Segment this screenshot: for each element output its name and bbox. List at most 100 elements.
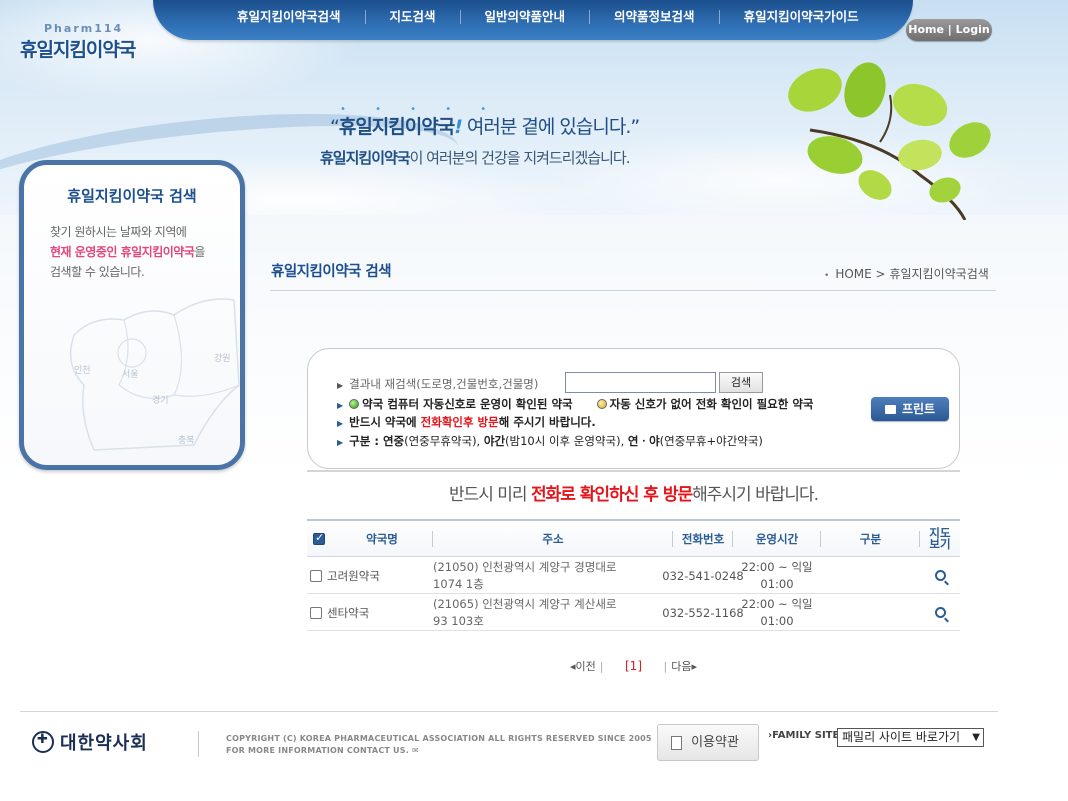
terms-button[interactable]: 이용약관 bbox=[657, 724, 759, 761]
notice-row: ▶ 반드시 약국에 전화확인후 방문해 주시기 바랍니다. bbox=[337, 414, 596, 430]
col-hours: 운영시간 bbox=[733, 521, 821, 557]
footer-separator bbox=[198, 731, 199, 757]
home-login-button[interactable]: Home | Login bbox=[906, 19, 992, 41]
search-input[interactable] bbox=[565, 372, 716, 393]
col-phone: 전화번호 bbox=[673, 521, 733, 557]
notice-text-red: 전화확인후 방문 bbox=[420, 415, 499, 429]
slogan-sub-brand: 휴일지킴이약국 bbox=[320, 149, 411, 167]
slogan-exclamation: ! bbox=[454, 116, 463, 138]
col-map: 지도 보기 bbox=[929, 526, 951, 551]
pharmacy-name[interactable]: 고려원약국 bbox=[327, 557, 433, 594]
breadcrumb-bullet-icon: • bbox=[824, 271, 830, 281]
pharmacy-name[interactable]: 센타약국 bbox=[327, 594, 433, 631]
row-checkbox[interactable] bbox=[310, 606, 322, 619]
visit-notice-b: 해주시기 바랍니다. bbox=[692, 485, 819, 505]
search-row: ▶ 결과내 재검색(도로명,건물번호,건물명) bbox=[337, 376, 538, 392]
address-line-1: (21050) 인천광역시 계양구 경명대로 bbox=[433, 559, 617, 574]
type-yeonjung-desc: (연중무휴약국), bbox=[404, 434, 484, 448]
green-status-icon bbox=[349, 399, 360, 409]
triangle-bullet-icon: ▶ bbox=[337, 438, 344, 447]
pharmacy-type bbox=[821, 594, 920, 631]
map-label-chungbuk: 충북 bbox=[178, 436, 195, 446]
pharmacy-hours: 22:00 ~ 익일 01:00 bbox=[733, 594, 821, 631]
page-title: 휴일지킴이약국 검색 bbox=[271, 264, 392, 280]
visit-notice-a: 반드시 미리 bbox=[448, 485, 531, 505]
slogan-brand: 휴일지킴이약국 bbox=[338, 116, 455, 138]
top-navigation: 휴일지킴이약국검색 지도검색 일반의약품안내 의약품정보검색 휴일지킴이약국가이… bbox=[153, 0, 913, 40]
pagination: ◂이전 | [1] | 다음▸ bbox=[307, 658, 960, 674]
map-label-seoul: 서울 bbox=[122, 370, 139, 380]
left-panel-desc-1: 찾기 원하시는 날짜와 지역에 bbox=[50, 225, 187, 239]
kpa-logo[interactable]: 대한약사회 bbox=[32, 729, 148, 755]
type-yagan: 야간 bbox=[483, 434, 506, 448]
col-type: 구분 bbox=[821, 521, 920, 557]
address-line-1: (21065) 인천광역시 계양구 계산새로 bbox=[433, 596, 617, 611]
map-label-gangwon: 강원 bbox=[214, 354, 231, 364]
select-all-checkbox[interactable] bbox=[313, 531, 325, 545]
logo-title: 휴일지킴이약국 bbox=[20, 39, 136, 61]
mail-icon[interactable]: ✉ bbox=[412, 746, 419, 755]
type-label: 구분 : bbox=[349, 434, 383, 448]
nav-otc-drug-info[interactable]: 일반의약품안내 bbox=[461, 10, 591, 24]
slogan-sub: 휴일지킴이약국이 여러분의 건강을 지켜드리겠습니다. bbox=[320, 147, 630, 168]
col-name: 약국명 bbox=[331, 521, 433, 557]
table-row: 센타약국 (21065) 인천광역시 계양구 계산새로 93 103호 032-5… bbox=[307, 594, 960, 631]
next-label: 다음 bbox=[671, 660, 692, 673]
copyright: COPYRIGHT (C) KOREA PHARMACEUTICAL ASSOC… bbox=[226, 733, 652, 757]
magnifier-icon[interactable] bbox=[934, 607, 946, 618]
nav-holiday-pharmacy-search[interactable]: 휴일지킴이약국검색 bbox=[223, 10, 366, 24]
notice-text-b: 해 주시기 바랍니다. bbox=[498, 415, 596, 429]
breadcrumb-home[interactable]: HOME bbox=[835, 267, 871, 281]
triangle-bullet-icon: ▶ bbox=[337, 381, 344, 390]
breadcrumb-current: 휴일지킴이약국검색 bbox=[889, 267, 989, 281]
left-panel-desc-2: 현재 운영중인 휴일지킴이약국을 bbox=[50, 243, 205, 260]
family-site-select[interactable]: 패밀리 사이트 바로가기 ▼ bbox=[837, 728, 984, 747]
chevron-right-icon: ▸ bbox=[691, 660, 697, 673]
search-button[interactable]: 검색 bbox=[719, 372, 763, 393]
left-panel-title: 휴일지킴이약국 검색 bbox=[67, 187, 197, 205]
hours-line-1: 22:00 ~ 익일 bbox=[741, 559, 813, 574]
terms-label: 이용약관 bbox=[691, 735, 739, 750]
pharmacy-table: 약국명 주소 전화번호 운영시간 구분 지도 보기 고려원약국 (21050) … bbox=[307, 519, 960, 631]
yellow-status-icon bbox=[596, 399, 607, 409]
nav-drug-info-search[interactable]: 의약품정보검색 bbox=[590, 10, 720, 24]
visit-notice-red: 전화로 확인하신 후 방문 bbox=[530, 485, 693, 505]
next-page-link[interactable]: 다음▸ bbox=[671, 660, 697, 673]
table-row: 고려원약국 (21050) 인천광역시 계양구 경명대로 1074 1층 032-… bbox=[307, 557, 960, 594]
address-line-2: 93 103호 bbox=[433, 613, 484, 628]
leaves-illustration bbox=[788, 62, 991, 220]
type-row: ▶ 구분 : 연중(연중무휴약국), 야간(밤10시 이후 운영약국), 연ㆍ야(… bbox=[337, 433, 763, 449]
family-site-selected: 패밀리 사이트 바로가기 bbox=[842, 730, 961, 744]
nav-guide[interactable]: 휴일지킴이약국가이드 bbox=[720, 10, 883, 24]
left-panel-desc-highlight: 현재 운영중인 휴일지킴이약국 bbox=[50, 245, 195, 259]
prev-page-link[interactable]: ◂이전 bbox=[570, 660, 596, 673]
pharmacy-type bbox=[821, 557, 920, 594]
type-yagan-desc: (밤10시 이후 운영약국), bbox=[505, 434, 628, 448]
pager-separator: | bbox=[663, 660, 668, 673]
legend-row: ▶ 약국 컴퓨터 자동신호로 운영이 확인된 약국 자동 신호가 없어 전화 확인이… bbox=[337, 396, 814, 412]
slogan-main: “휴일지킴이약국! 여러분 곁에 있습니다.” bbox=[330, 112, 640, 139]
prev-label: 이전 bbox=[575, 660, 596, 673]
slogan-rest: 여러분 곁에 있습니다.” bbox=[461, 116, 640, 138]
type-yeonya-desc: (연중무휴+야간약국) bbox=[659, 434, 763, 448]
pharmacy-address: (21050) 인천광역시 계양구 경명대로 1074 1층 bbox=[433, 557, 673, 594]
logo-subtitle: Pharm114 bbox=[44, 22, 124, 35]
site-logo[interactable]: Pharm114 휴일지킴이약국 bbox=[20, 22, 170, 62]
type-yeonya: 연ㆍ야 bbox=[627, 434, 660, 448]
nav-map-search[interactable]: 지도검색 bbox=[366, 10, 461, 24]
current-page[interactable]: [1] bbox=[625, 659, 642, 673]
left-panel-desc-2-rest: 을 bbox=[194, 245, 205, 259]
map-label-gyeonggi: 경기 bbox=[152, 396, 169, 406]
triangle-bullet-icon: ▶ bbox=[337, 401, 344, 410]
magnifier-icon[interactable] bbox=[934, 570, 946, 581]
pharmacy-hours: 22:00 ~ 익일 01:00 bbox=[733, 557, 821, 594]
notice-text-a: 반드시 약국에 bbox=[349, 415, 421, 429]
document-icon bbox=[671, 736, 682, 750]
row-checkbox[interactable] bbox=[310, 569, 322, 582]
visit-notice: 반드시 미리 전화로 확인하신 후 방문해주시기 바랍니다. bbox=[307, 480, 960, 505]
copyright-line-1: COPYRIGHT (C) KOREA PHARMACEUTICAL ASSOC… bbox=[226, 734, 652, 743]
title-divider bbox=[270, 290, 996, 291]
print-button[interactable]: 프린트 bbox=[871, 397, 949, 421]
family-site-label: ›FAMILY SITE bbox=[768, 730, 839, 741]
hours-line-2: 01:00 bbox=[760, 576, 794, 591]
